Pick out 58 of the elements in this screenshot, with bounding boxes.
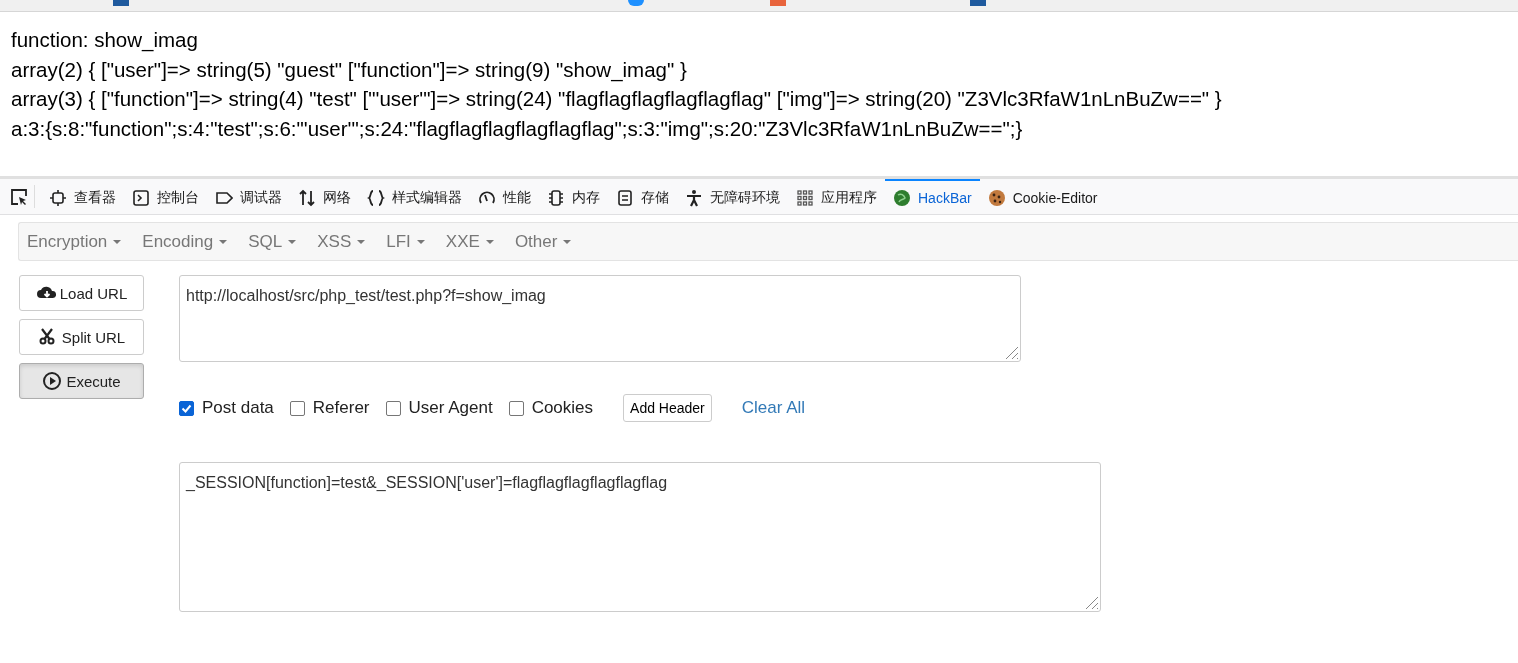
tab-icon[interactable]	[628, 0, 644, 6]
checkbox[interactable]	[289, 400, 305, 416]
output-line: a:3:{s:8:"function";s:4:"test";s:6:"'user'";s:24:"flagflagflagflagflagflag";s:3:"img";s:20:"Z3Vlc3RfaW1nLnBuZw==";}	[11, 115, 1023, 142]
add-header-button[interactable]: Add Header	[623, 394, 712, 422]
checkbox[interactable]	[385, 400, 401, 416]
checkbox[interactable]	[508, 400, 524, 416]
devtools-tab[interactable]: 样式编辑器	[359, 179, 470, 214]
devtools-tab[interactable]: Cookie-Editor	[979, 179, 1106, 214]
caret-icon	[563, 239, 572, 244]
url-field[interactable]: http://localhost/src/php_test/test.php?f=show_imag	[179, 275, 1021, 362]
caret-icon	[357, 239, 366, 244]
post-data-field[interactable]: _SESSION[function]=test&_SESSION['user']=flagflagflagflagflagflag	[179, 462, 1101, 612]
menu-dropdown[interactable]: SQL	[240, 231, 305, 252]
devtools-tab[interactable]: 性能	[470, 179, 539, 214]
devtools-tab[interactable]: 网络	[290, 179, 359, 214]
devtools-tab[interactable]: 应用程序	[788, 179, 885, 214]
devtools-tab[interactable]: 调试器	[207, 179, 290, 214]
checkbox[interactable]	[179, 400, 194, 416]
inspector-icon	[49, 188, 67, 207]
devtools-tab[interactable]: 控制台	[124, 179, 207, 214]
checkbox-label: Post data	[202, 398, 274, 418]
chip-icon	[547, 188, 565, 207]
storage-icon	[616, 188, 634, 207]
menu-dropdown[interactable]: XXE	[437, 231, 502, 252]
clear-all-link[interactable]: Clear All	[741, 398, 806, 418]
devtools-tab[interactable]: 内存	[539, 179, 608, 214]
menu-dropdown[interactable]: Other	[506, 231, 580, 252]
play-circle-icon	[42, 371, 63, 391]
output-line: array(3) { ["function"]=> string(4) "test" ["'user'"]=> string(24) "flagflagflagflagflagflag" ["img"]=> string(20) "Z3Vlc3RfaW1nLnBuZw==" }	[11, 86, 1222, 112]
devtools-tab[interactable]: HackBar	[885, 179, 980, 214]
accessibility-icon	[685, 188, 703, 207]
action-button[interactable]: Split URL	[19, 319, 144, 355]
devtools-tab[interactable]: 查看器	[41, 179, 124, 214]
console-icon	[132, 188, 150, 207]
checkbox-label: Cookies	[531, 398, 594, 418]
caret-icon	[485, 239, 494, 244]
element-picker-icon[interactable]	[10, 187, 28, 206]
grid-icon	[796, 188, 814, 207]
network-icon	[298, 188, 316, 207]
menu-dropdown[interactable]: Encoding	[134, 231, 236, 252]
menu-dropdown[interactable]: LFI	[378, 231, 433, 252]
menu-dropdown[interactable]: Encryption	[19, 231, 130, 252]
cookie-icon	[987, 188, 1006, 207]
menu-dropdown[interactable]: XSS	[309, 231, 374, 252]
devtools-tab[interactable]: 无障碍环境	[677, 179, 788, 214]
caret-icon	[113, 239, 122, 244]
caret-icon	[219, 239, 228, 244]
checkbox-label: User Agent	[408, 398, 493, 418]
caret-icon	[416, 239, 425, 244]
action-button[interactable]: Execute	[19, 363, 144, 399]
caret-icon	[288, 239, 297, 244]
action-button[interactable]: Load URL	[19, 275, 144, 311]
output-line: array(2) { ["user"]=> string(5) "guest" ["function"]=> string(9) "show_imag" }	[11, 56, 687, 84]
checkbox-label: Referer	[312, 398, 370, 418]
globe-icon	[893, 188, 911, 207]
output-line: function: show_imag	[11, 27, 198, 54]
devtools-tab[interactable]: 存储	[608, 179, 677, 214]
braces-icon	[367, 188, 385, 207]
